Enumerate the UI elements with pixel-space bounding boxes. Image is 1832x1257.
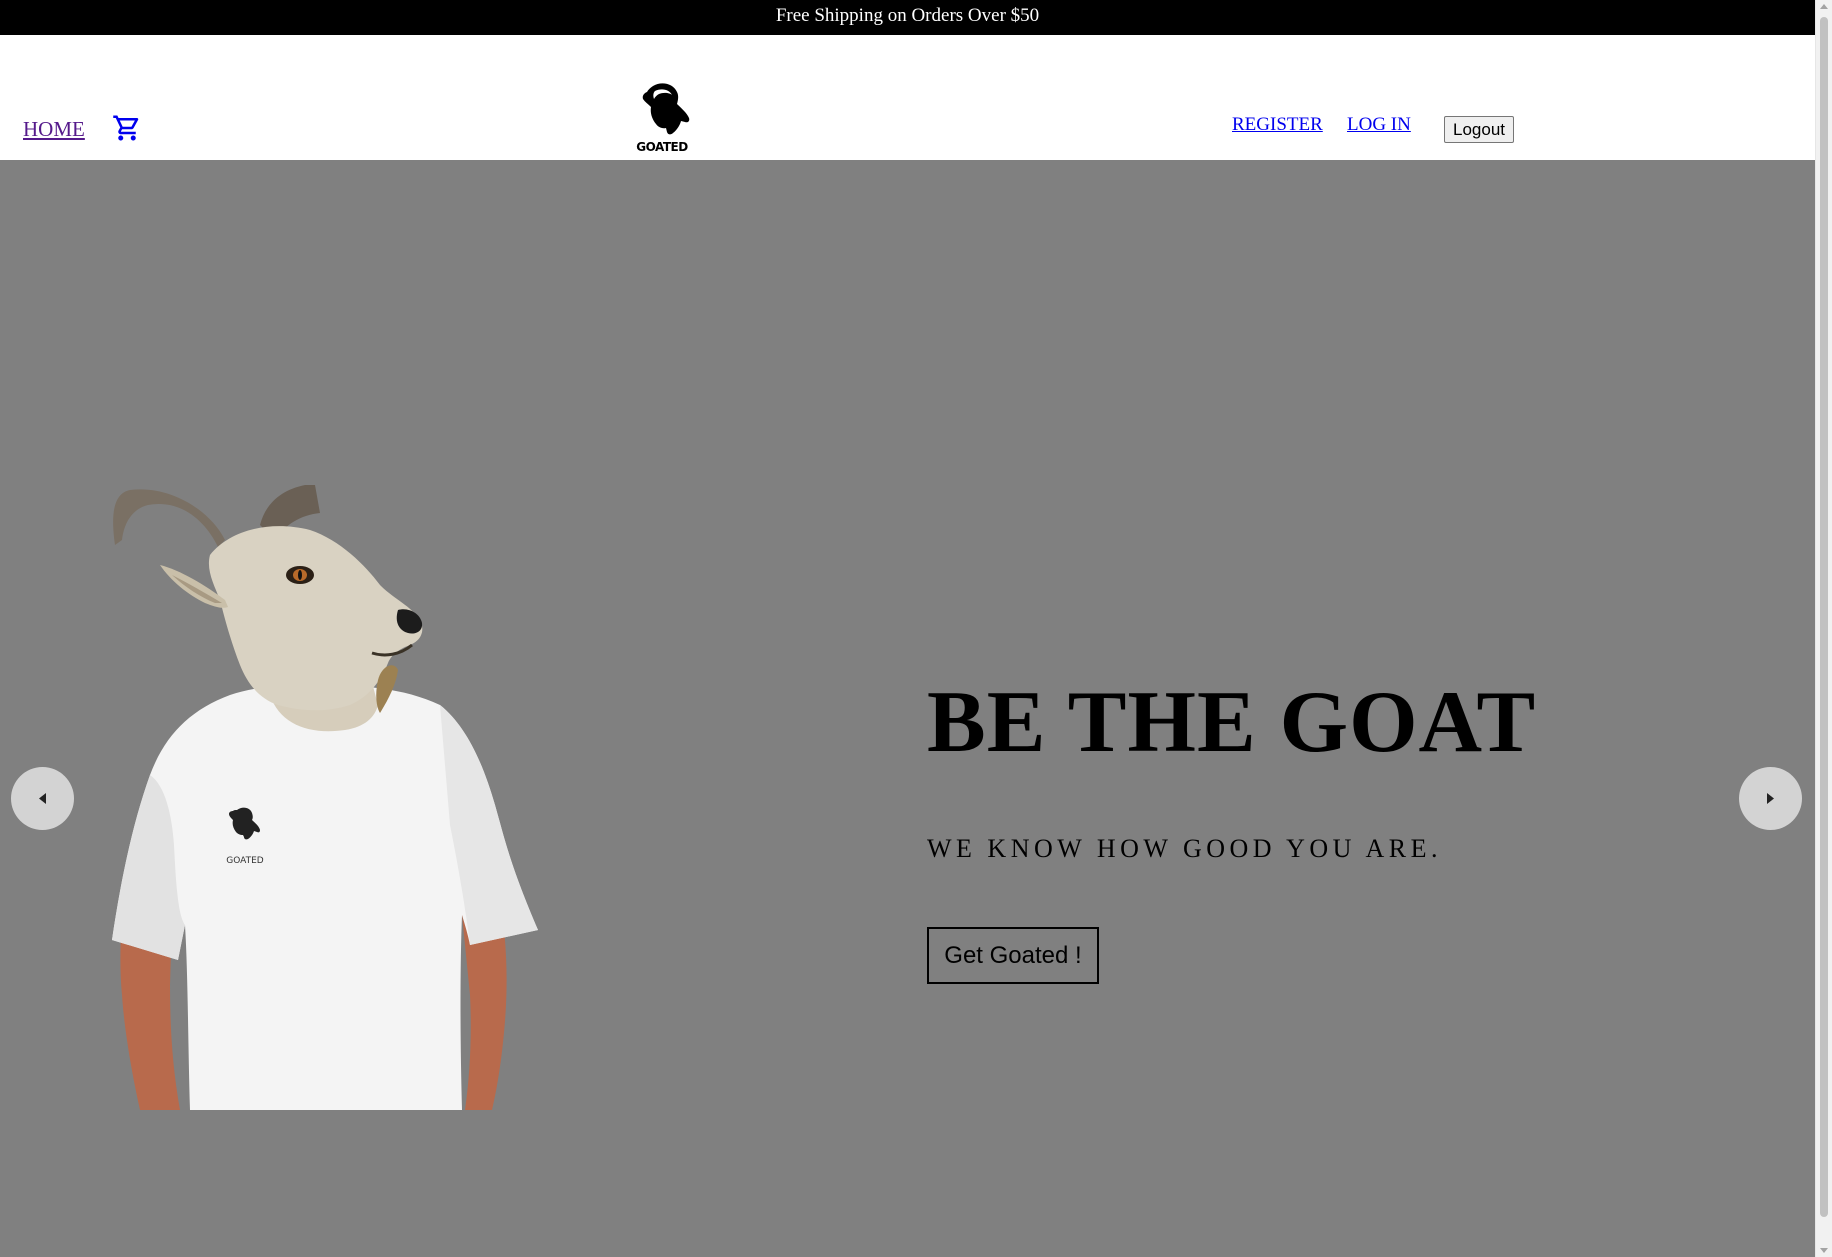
page: Free Shipping on Orders Over $50 HOME GO…: [0, 0, 1832, 1257]
chevron-right-icon: [1767, 793, 1774, 804]
home-link[interactable]: HOME: [23, 117, 85, 142]
scroll-down-icon[interactable]: [1820, 1248, 1828, 1253]
shopping-cart-icon[interactable]: [112, 113, 142, 143]
goat-mask-model-image: GOATED: [110, 485, 550, 1110]
hero-title: BE THE GOAT: [927, 674, 1537, 771]
chevron-left-icon: [39, 793, 46, 804]
page-content: Free Shipping on Orders Over $50 HOME GO…: [0, 0, 1815, 1257]
hero-carousel: GOATED BE THE GOAT WE KNOW HOW GOOD YOU …: [0, 160, 1815, 1257]
goat-head-logo-icon: [642, 83, 690, 135]
goated-logo[interactable]: GOATED: [631, 80, 693, 160]
carousel-prev-button[interactable]: [11, 767, 74, 830]
site-header: HOME GOATED REGISTER LOG IN Logout: [0, 35, 1815, 160]
scroll-up-icon[interactable]: [1820, 4, 1828, 9]
announcement-text: Free Shipping on Orders Over $50: [775, 5, 1040, 26]
shirt-logo-text: GOATED: [226, 856, 264, 866]
get-goated-button[interactable]: Get Goated !: [927, 927, 1099, 984]
scroll-thumb[interactable]: [1820, 17, 1828, 1217]
carousel-next-button[interactable]: [1739, 767, 1802, 830]
logout-button[interactable]: Logout: [1444, 116, 1514, 143]
hero-subtitle: WE KNOW HOW GOOD YOU ARE.: [927, 834, 1442, 863]
logo-wordmark: GOATED: [636, 140, 688, 154]
announcement-bar: Free Shipping on Orders Over $50: [0, 0, 1815, 35]
register-link[interactable]: REGISTER: [1232, 114, 1323, 136]
login-link[interactable]: LOG IN: [1347, 114, 1411, 136]
page-scrollbar[interactable]: [1815, 0, 1832, 1257]
